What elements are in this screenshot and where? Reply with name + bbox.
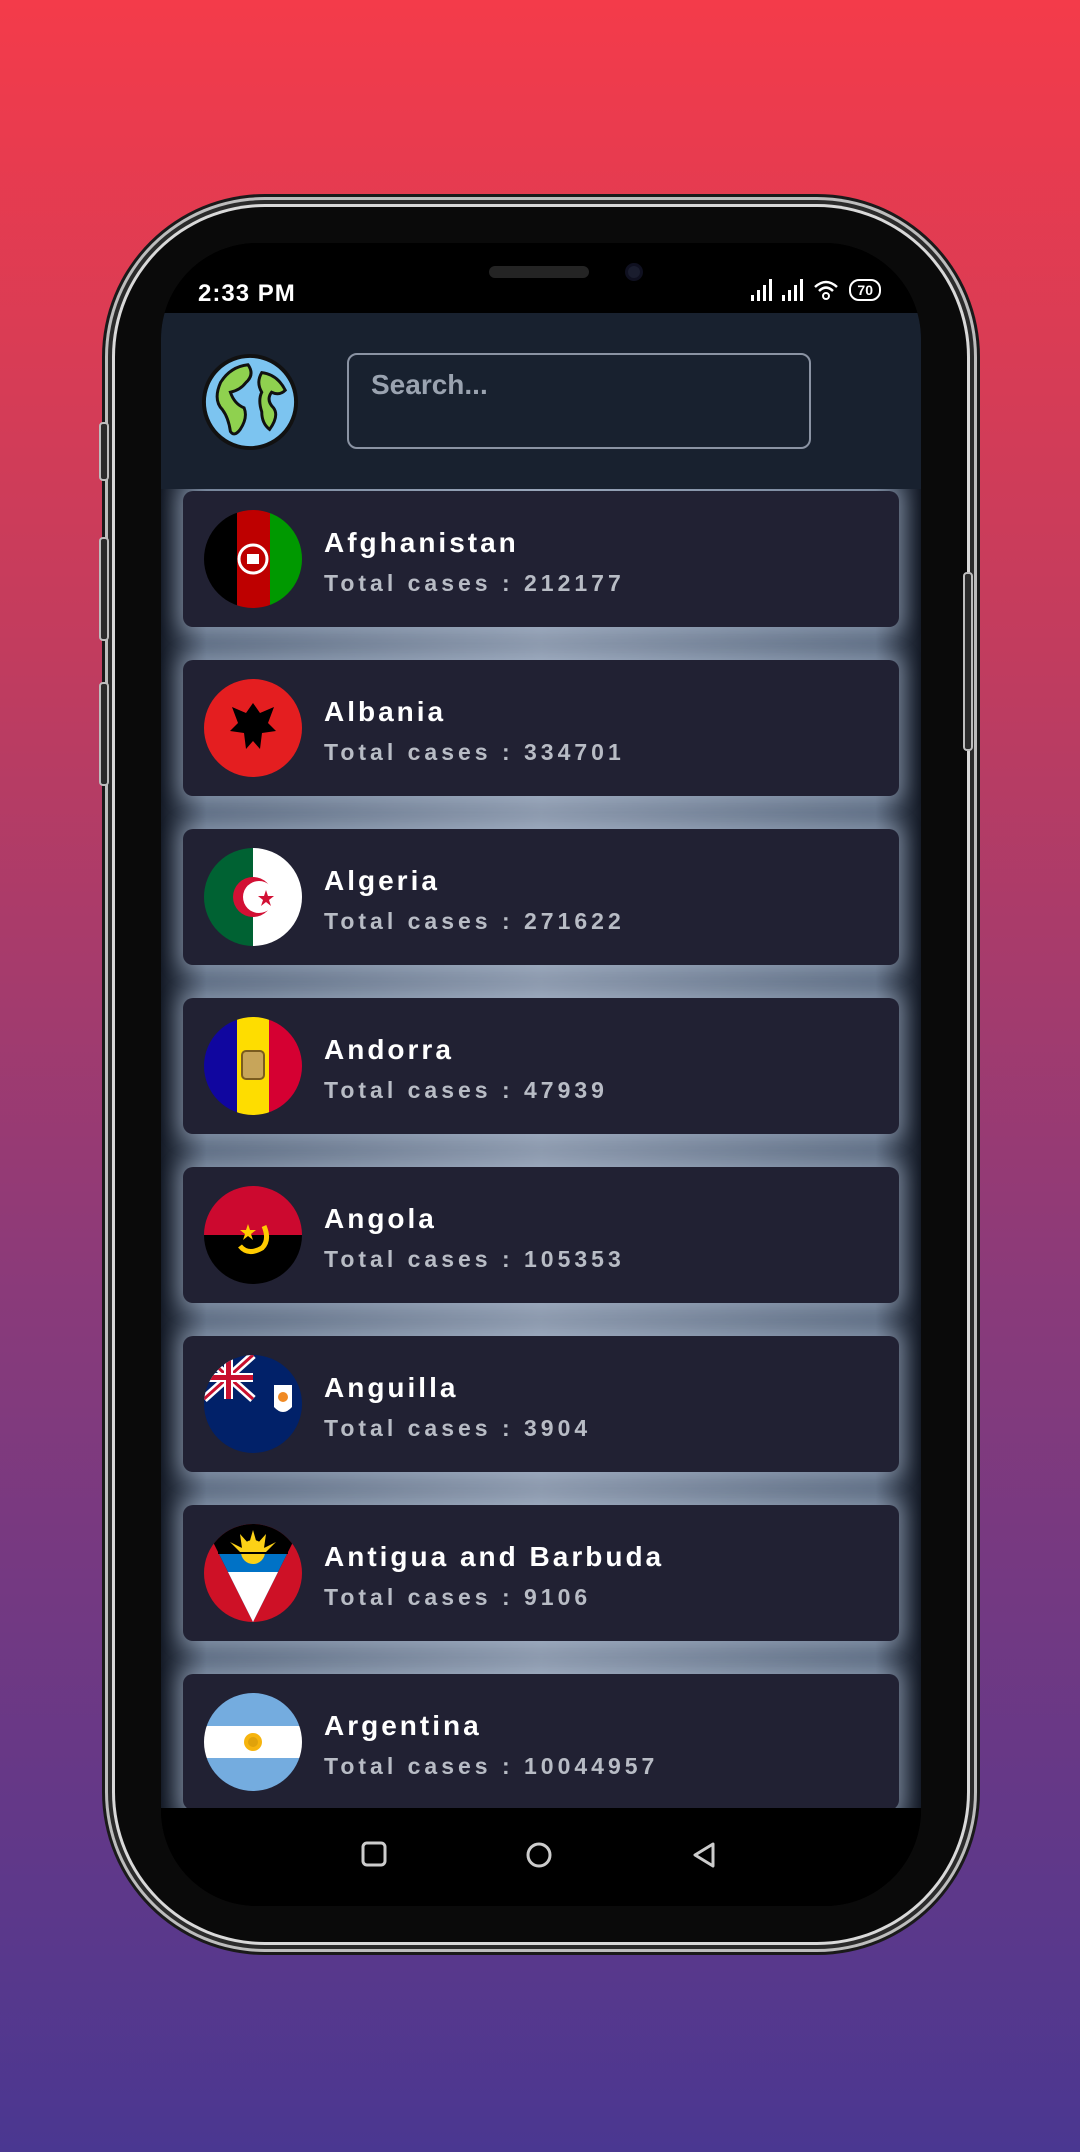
country-cases: Total cases : 334701 bbox=[324, 739, 625, 765]
country-card[interactable]: Albania Total cases : 334701 bbox=[183, 660, 899, 796]
country-name: Algeria bbox=[324, 865, 440, 896]
country-name: Albania bbox=[324, 696, 447, 727]
country-cases: Total cases : 271622 bbox=[324, 908, 625, 934]
phone-button-left-2 bbox=[99, 537, 109, 641]
signal-icon bbox=[751, 279, 773, 301]
phone-button-right bbox=[963, 572, 973, 751]
country-name: Argentina bbox=[324, 1710, 482, 1741]
country-cases: Total cases : 3904 bbox=[324, 1415, 592, 1441]
phone-button-left-1 bbox=[99, 422, 109, 481]
country-cases: Total cases : 10044957 bbox=[324, 1753, 659, 1779]
country-list[interactable]: Afghanistan Total cases : 212177 Albania… bbox=[161, 489, 921, 1808]
country-name: Afghanistan bbox=[324, 527, 519, 558]
country-card[interactable]: Algeria Total cases : 271622 bbox=[183, 829, 899, 965]
country-card[interactable]: Antigua and Barbuda Total cases : 9106 bbox=[183, 1505, 899, 1641]
navigation-bar bbox=[161, 1808, 921, 1906]
country-card[interactable]: Angola Total cases : 105353 bbox=[183, 1167, 899, 1303]
status-time: 2:33 PM bbox=[198, 280, 296, 307]
antigua-flag-icon bbox=[204, 1524, 302, 1622]
earpiece-speaker bbox=[489, 266, 589, 278]
globe-icon bbox=[201, 353, 299, 451]
app-header: Search... bbox=[161, 313, 921, 489]
wifi-icon bbox=[814, 280, 839, 300]
status-icons: 70 bbox=[751, 279, 881, 301]
battery-icon: 70 bbox=[849, 279, 881, 301]
andorra-flag-icon bbox=[204, 1017, 302, 1115]
signal-icon-2 bbox=[782, 279, 804, 301]
country-card[interactable]: Afghanistan Total cases : 212177 bbox=[183, 491, 899, 627]
angola-flag-icon bbox=[204, 1186, 302, 1284]
phone-button-left-3 bbox=[99, 682, 109, 786]
notch bbox=[349, 243, 734, 305]
country-cases: Total cases : 105353 bbox=[324, 1246, 625, 1272]
country-name: Angola bbox=[324, 1203, 437, 1234]
country-card[interactable]: Andorra Total cases : 47939 bbox=[183, 998, 899, 1134]
search-input[interactable]: Search... bbox=[347, 353, 811, 449]
argentina-flag-icon bbox=[204, 1693, 302, 1791]
square-recents-icon[interactable] bbox=[361, 1841, 387, 1867]
front-camera bbox=[625, 263, 643, 281]
triangle-back-icon[interactable] bbox=[691, 1841, 717, 1869]
country-card[interactable]: Anguilla Total cases : 3904 bbox=[183, 1336, 899, 1472]
country-cases: Total cases : 47939 bbox=[324, 1077, 608, 1103]
phone-screen: 2:33 PM 70 Search... Afghanistan Total c… bbox=[161, 243, 921, 1906]
country-cases: Total cases : 212177 bbox=[324, 570, 625, 596]
algeria-flag-icon bbox=[204, 848, 302, 946]
country-card[interactable]: Argentina Total cases : 10044957 bbox=[183, 1674, 899, 1808]
albania-flag-icon bbox=[204, 679, 302, 777]
afghanistan-flag-icon bbox=[204, 510, 302, 608]
phone-frame: 2:33 PM 70 Search... Afghanistan Total c… bbox=[99, 207, 973, 1942]
status-bar: 2:33 PM 70 bbox=[161, 243, 921, 313]
country-name: Antigua and Barbuda bbox=[324, 1541, 665, 1572]
circle-home-icon[interactable] bbox=[525, 1841, 553, 1869]
country-name: Anguilla bbox=[324, 1372, 459, 1403]
anguilla-flag-icon bbox=[204, 1355, 302, 1453]
country-cases: Total cases : 9106 bbox=[324, 1584, 592, 1610]
country-name: Andorra bbox=[324, 1034, 454, 1065]
